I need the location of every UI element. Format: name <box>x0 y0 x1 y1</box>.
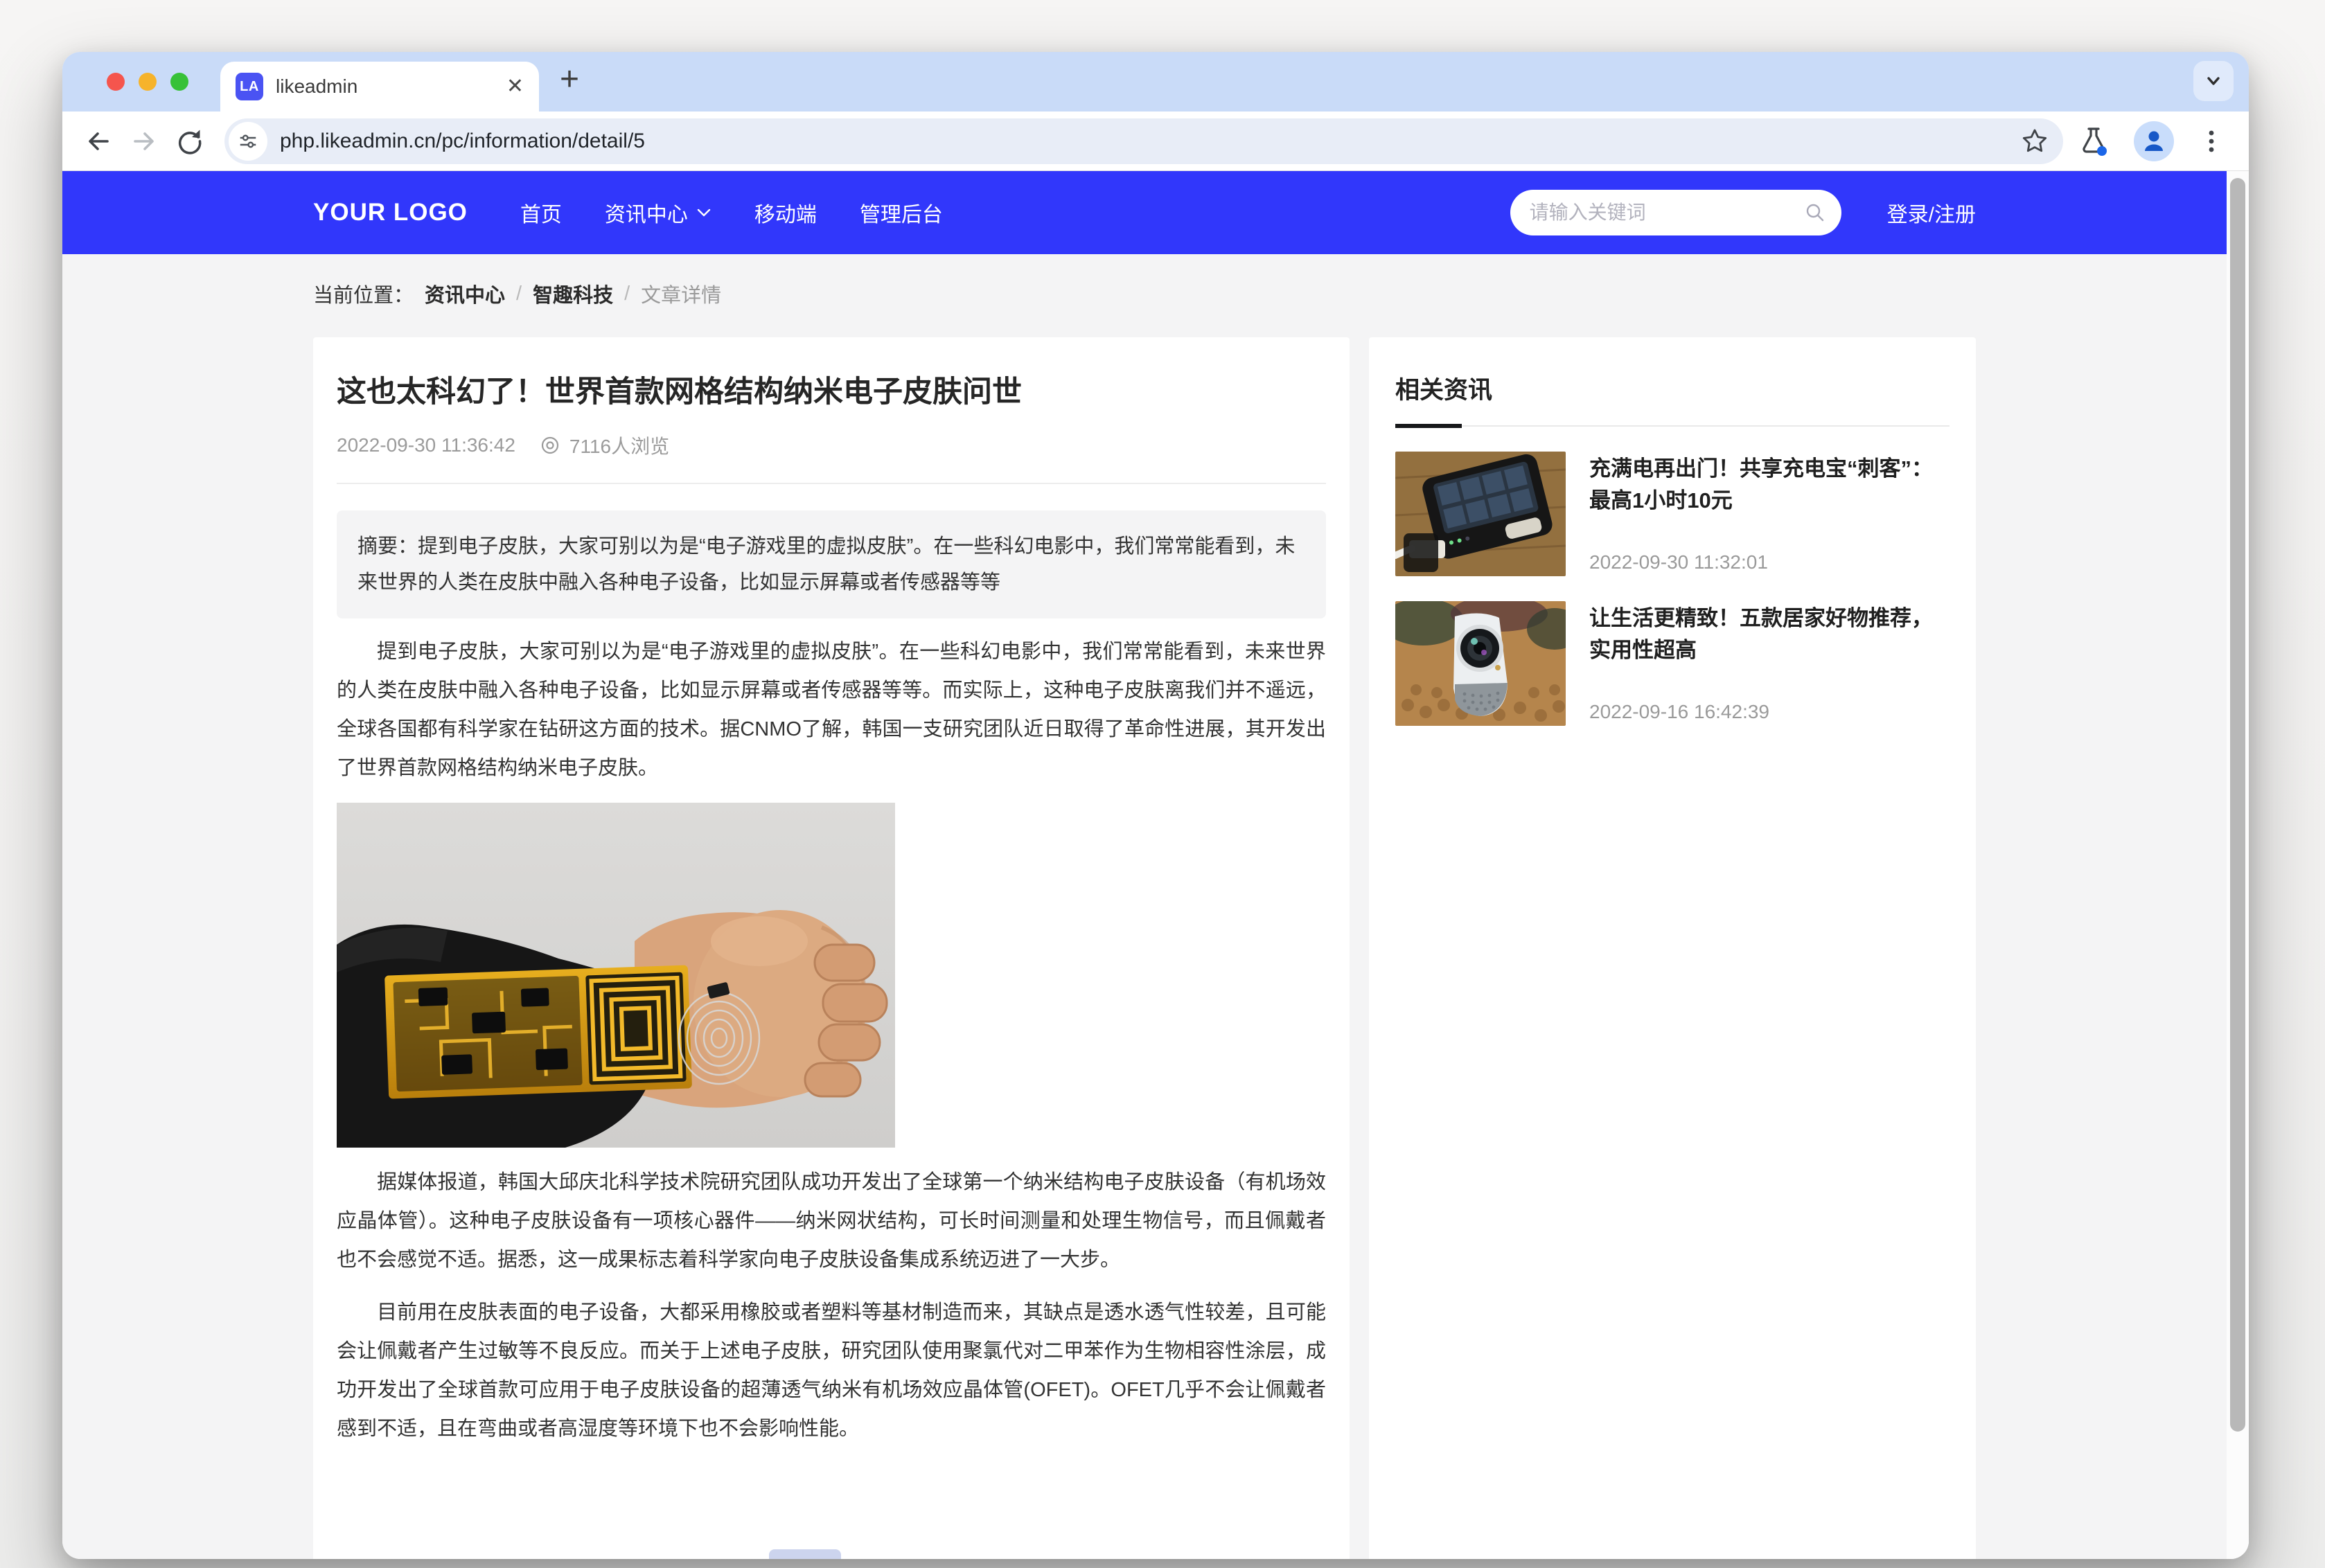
title-divider <box>337 483 1326 484</box>
article-title: 这也太科幻了！世界首款网格结构纳米电子皮肤问世 <box>337 373 1326 412</box>
forward-button[interactable] <box>126 123 162 159</box>
url-text[interactable]: php.likeadmin.cn/pc/information/detail/5 <box>280 130 645 153</box>
tab-favicon: LA <box>236 73 263 100</box>
back-button[interactable] <box>80 123 116 159</box>
electronic-skin-photo <box>337 803 895 1148</box>
minimize-window-button[interactable] <box>139 73 157 91</box>
back-arrow-icon <box>82 125 114 157</box>
site-logo[interactable]: YOUR LOGO <box>313 199 468 226</box>
browser-menu-icon[interactable] <box>2198 127 2225 155</box>
power-bank-photo <box>1395 452 1566 576</box>
zoom-window-button[interactable] <box>170 73 188 91</box>
login-register-link[interactable]: 登录/注册 <box>1887 197 1976 228</box>
related-item-power-bank[interactable]: 充满电再出门！共享充电宝“刺客”：最高1小时10元 2022-09-30 11:… <box>1395 452 1950 576</box>
scrollbar-thumb[interactable] <box>2230 178 2245 1432</box>
close-window-button[interactable] <box>107 73 125 91</box>
article-meta: 2022-09-30 11:36:42 7116人浏览 <box>337 431 1326 459</box>
breadcrumb-news-center[interactable]: 资讯中心 <box>425 279 505 308</box>
breadcrumb: 当前位置： 资讯中心 / 智趣科技 / 文章详情 <box>313 279 1976 308</box>
nav-item-admin[interactable]: 管理后台 <box>860 197 943 228</box>
related-item-thumbnail <box>1395 601 1566 726</box>
bookmark-star-icon[interactable] <box>2020 127 2049 156</box>
reload-icon <box>174 125 206 157</box>
new-tab-button[interactable]: + <box>560 63 579 100</box>
chevron-down-icon <box>2203 71 2224 91</box>
forward-arrow-icon <box>128 125 160 157</box>
tab-title: likeadmin <box>276 75 357 98</box>
site-settings-icon <box>238 131 258 152</box>
chevron-down-icon <box>696 207 711 218</box>
nav-item-news-center[interactable]: 资讯中心 <box>605 197 711 228</box>
article-paragraph: 据媒体报道，韩国大邱庆北科学技术院研究团队成功开发出了全球第一个纳米结构电子皮肤… <box>337 1163 1326 1279</box>
article-paragraph: 提到电子皮肤，大家可别以为是“电子游戏里的虚拟皮肤”。在一些科幻电影中，我们常常… <box>337 632 1326 787</box>
related-item-thumbnail <box>1395 452 1566 576</box>
article-views: 7116人浏览 <box>569 431 669 459</box>
article-summary: 摘要：提到电子皮肤，大家可别以为是“电子游戏里的虚拟皮肤”。在一些科幻电影中，我… <box>337 510 1326 618</box>
related-item-title: 充满电再出门！共享充电宝“刺客”：最高1小时10元 <box>1589 453 1950 517</box>
address-bar[interactable]: php.likeadmin.cn/pc/information/detail/5 <box>224 118 2063 164</box>
breadcrumb-label: 当前位置： <box>313 279 414 308</box>
related-item-date: 2022-09-16 16:42:39 <box>1589 701 1950 723</box>
article-card: 这也太科幻了！世界首款网格结构纳米电子皮肤问世 2022-09-30 11:36… <box>313 337 1350 1559</box>
tab-search-chevron-button[interactable] <box>2193 61 2234 101</box>
search-icon[interactable] <box>1804 202 1826 224</box>
reload-button[interactable] <box>172 123 208 159</box>
person-icon <box>2140 127 2168 155</box>
toolbar-right-icons <box>2077 121 2231 161</box>
tab-strip: LA likeadmin ✕ + <box>62 52 2249 112</box>
related-item-title: 让生活更精致！五款居家好物推荐，实用性超高 <box>1589 603 1950 666</box>
related-item-date: 2022-09-30 11:32:01 <box>1589 551 1950 573</box>
site-settings-chip[interactable] <box>229 122 267 161</box>
related-news-header: 相关资讯 <box>1395 366 1950 427</box>
nav-item-mobile[interactable]: 移动端 <box>754 197 817 228</box>
page-viewport: YOUR LOGO 首页 资讯中心 移动端 <box>62 171 2249 1559</box>
nav-item-home[interactable]: 首页 <box>520 197 562 228</box>
scrollbar-track[interactable] <box>2227 171 2249 1559</box>
browser-tab[interactable]: LA likeadmin ✕ <box>220 62 539 112</box>
article-image-electronic-skin <box>337 803 895 1148</box>
tab-close-icon[interactable]: ✕ <box>506 76 524 97</box>
related-news-card: 相关资讯 <box>1369 337 1976 1559</box>
breadcrumb-category[interactable]: 智趣科技 <box>533 279 613 308</box>
article-paragraph: 目前用在皮肤表面的电子设备，大都采用橡胶或者塑料等基材制造而来，其缺点是透水透气… <box>337 1293 1326 1448</box>
experiments-flask-icon[interactable] <box>2077 125 2110 158</box>
article-date: 2022-09-30 11:36:42 <box>337 434 515 456</box>
article-body: 提到电子皮肤，大家可别以为是“电子游戏里的虚拟皮肤”。在一些科幻电影中，我们常常… <box>337 632 1326 1448</box>
main-nav: 首页 资讯中心 移动端 管理后台 <box>520 197 943 228</box>
site-header: YOUR LOGO 首页 资讯中心 移动端 <box>62 171 2227 254</box>
browser-toolbar: php.likeadmin.cn/pc/information/detail/5 <box>62 112 2249 171</box>
breadcrumb-current: 文章详情 <box>641 279 721 308</box>
views-eye-icon <box>539 434 561 456</box>
search-input[interactable] <box>1530 202 1804 224</box>
profile-avatar[interactable] <box>2134 121 2174 161</box>
projector-photo <box>1395 601 1566 726</box>
traffic-lights <box>107 73 188 91</box>
below-fold-element-peek <box>769 1549 841 1559</box>
related-item-projector[interactable]: 让生活更精致！五款居家好物推荐，实用性超高 2022-09-16 16:42:3… <box>1395 601 1950 726</box>
search-box[interactable] <box>1510 190 1841 235</box>
related-news-title: 相关资讯 <box>1395 371 1950 406</box>
browser-window: LA likeadmin ✕ + <box>62 52 2249 1559</box>
